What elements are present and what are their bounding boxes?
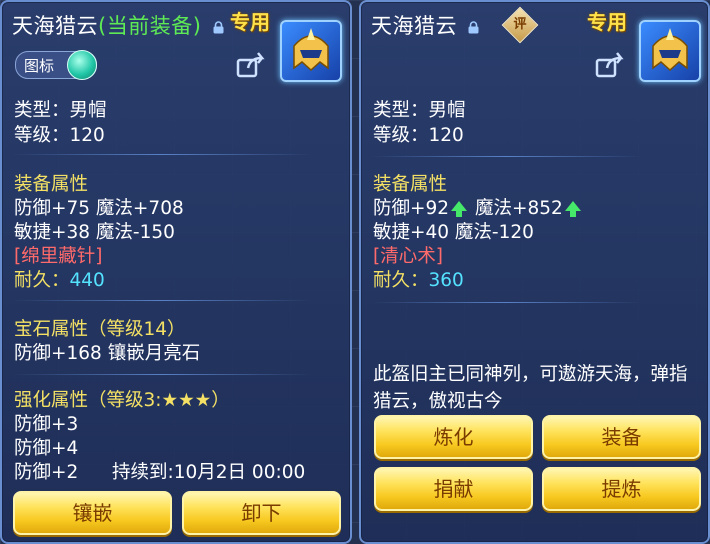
enhance-line: 防御+3 xyxy=(14,414,79,435)
share-icon[interactable] xyxy=(236,52,266,78)
icon-toggle[interactable]: 图标 xyxy=(15,50,97,80)
share-icon[interactable] xyxy=(595,52,625,78)
divider xyxy=(12,300,312,301)
lock-icon xyxy=(468,20,479,33)
item-name: 天海猎云 xyxy=(371,14,457,38)
divider xyxy=(12,154,312,155)
item-type: 类型：男帽 xyxy=(14,100,107,121)
item-description: 此盔旧主已同神列，可遨游天海，弹指猎云，傲视古今 xyxy=(373,364,688,412)
increase-arrow-icon xyxy=(564,201,581,217)
helmet-item-icon xyxy=(639,20,701,82)
item-level: 等级：120 xyxy=(373,125,464,146)
evaluate-badge-label: 评 xyxy=(513,17,527,32)
attr-line: 敏捷+40 魔法-120 xyxy=(373,222,534,243)
enhance-duration: 持续到:10月2日 00:00 xyxy=(112,462,306,483)
attr-line: 防御+92 魔法+852 xyxy=(373,194,583,220)
enhance-attr-header: 强化属性（等级3:★★★） xyxy=(14,390,230,411)
divider xyxy=(12,374,312,375)
enhance-line: 防御+2 xyxy=(14,462,79,483)
durability-value: 440 xyxy=(69,270,105,291)
durability: 耐久：440 xyxy=(14,266,105,292)
lock-icon xyxy=(213,20,224,33)
item-title: 天海猎云(当前装备) xyxy=(12,10,224,40)
refine-button[interactable]: 炼化 xyxy=(374,415,533,459)
evaluate-badge[interactable]: 评 xyxy=(501,6,539,44)
current-equipped-tag: (当前装备) xyxy=(98,14,202,38)
equipped-item-tooltip: 天海猎云(当前装备) 专用 图标 类型：男帽 等级：120 装备属性 防御+75… xyxy=(0,0,352,544)
compare-item-tooltip: 天海猎云 评 专用 类型：男帽 等级：120 装备属性 防御+92 魔法+852… xyxy=(359,0,710,544)
divider xyxy=(371,302,641,303)
magic-value: 魔法+852 xyxy=(474,198,563,219)
attr-line: 防御+75 魔法+708 xyxy=(14,198,184,219)
toggle-knob xyxy=(67,50,97,80)
inlay-button[interactable]: 镶嵌 xyxy=(13,491,172,535)
helmet-item-icon xyxy=(280,20,342,82)
exclusive-label: 专用 xyxy=(230,10,270,34)
exclusive-label: 专用 xyxy=(587,10,627,34)
durability-label: 耐久： xyxy=(373,270,429,291)
durability-label: 耐久： xyxy=(14,270,70,291)
special-skill: [绵里藏针] xyxy=(14,246,103,267)
special-skill: [清心术] xyxy=(373,246,443,267)
increase-arrow-icon xyxy=(451,201,468,217)
enhance-line: 防御+4 xyxy=(14,438,79,459)
extract-button[interactable]: 提炼 xyxy=(542,467,701,511)
item-type: 类型：男帽 xyxy=(373,100,466,121)
durability-value: 360 xyxy=(428,270,464,291)
item-name: 天海猎云 xyxy=(12,14,98,38)
unequip-button[interactable]: 卸下 xyxy=(182,491,341,535)
equip-attr-header: 装备属性 xyxy=(14,174,89,195)
durability: 耐久：360 xyxy=(373,266,464,292)
divider xyxy=(371,156,641,157)
icon-toggle-label: 图标 xyxy=(24,57,55,75)
attr-line: 敏捷+38 魔法-150 xyxy=(14,222,175,243)
item-level: 等级：120 xyxy=(14,125,105,146)
gem-attr-header: 宝石属性（等级14） xyxy=(14,319,186,340)
gem-attr-line: 防御+168 镶嵌月亮石 xyxy=(14,343,201,364)
donate-button[interactable]: 捐献 xyxy=(374,467,533,511)
equip-attr-header: 装备属性 xyxy=(373,174,448,195)
equip-button[interactable]: 装备 xyxy=(542,415,701,459)
item-title: 天海猎云 xyxy=(371,10,479,40)
defense-value: 防御+92 xyxy=(373,198,450,219)
